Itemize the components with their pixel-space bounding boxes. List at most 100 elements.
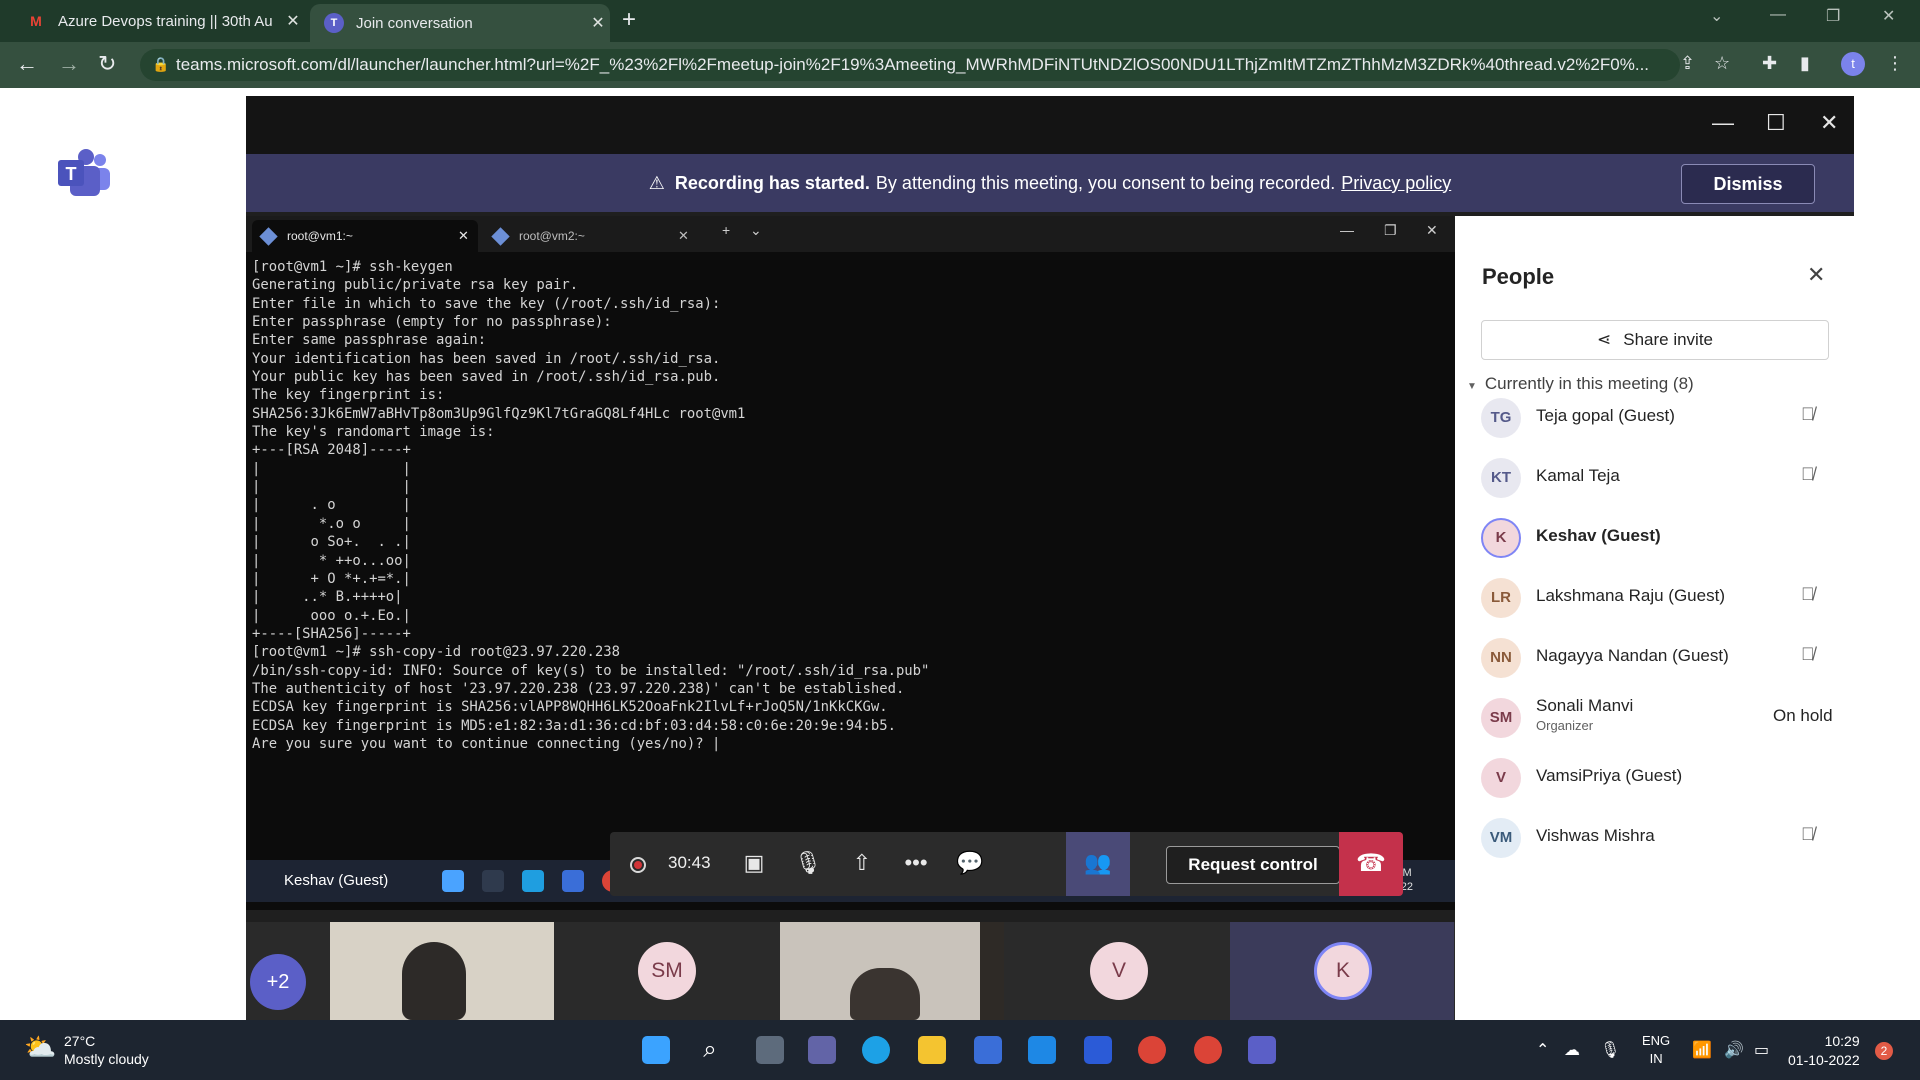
camera-off-icon[interactable]: ▣ bbox=[738, 850, 770, 878]
participant-name: Kamal Teja bbox=[1536, 466, 1620, 485]
terminal-icon bbox=[491, 226, 510, 246]
participant-tile-active: K bbox=[1230, 922, 1454, 1020]
share-invite-button[interactable]: ⋖ Share invite bbox=[1481, 320, 1829, 360]
hang-up-button[interactable]: ☎ bbox=[1339, 832, 1403, 896]
new-tab-button[interactable]: + bbox=[622, 6, 636, 34]
minimize-icon[interactable]: — bbox=[1770, 6, 1786, 24]
avatar: SM bbox=[638, 942, 696, 1000]
side-panel-icon[interactable]: ▮ bbox=[1800, 53, 1810, 74]
shared-screen: root@vm1:~ ✕ root@vm2:~ ✕ + ⌄ — ❐ ✕ [roo… bbox=[246, 216, 1455, 910]
terminal-tab-label: root@vm1:~ bbox=[287, 229, 353, 243]
cloud-sun-icon: ⛅ bbox=[24, 1032, 57, 1062]
battery-icon[interactable]: ▭ bbox=[1754, 1040, 1769, 1060]
menu-icon[interactable]: ⋮ bbox=[1886, 53, 1904, 74]
share-screen-icon[interactable]: ⇧ bbox=[846, 850, 878, 878]
tab-search-icon[interactable]: ⌄ bbox=[1710, 6, 1723, 26]
share-page-icon[interactable]: ⇪ bbox=[1680, 53, 1695, 74]
minimize-icon[interactable]: — bbox=[1712, 110, 1734, 136]
close-icon[interactable]: ✕ bbox=[1820, 110, 1838, 136]
participants-section-header[interactable]: ▼ Currently in this meeting (8) bbox=[1467, 374, 1694, 394]
participant-name: VamsiPriya (Guest) bbox=[1536, 766, 1683, 785]
close-tab-icon[interactable]: ✕ bbox=[586, 13, 610, 33]
dismiss-button[interactable]: Dismiss bbox=[1681, 164, 1815, 204]
onedrive-icon[interactable]: ☁ bbox=[1564, 1040, 1580, 1060]
edge-icon[interactable] bbox=[862, 1036, 890, 1064]
teams-chat-icon[interactable] bbox=[808, 1036, 836, 1064]
language-indicator[interactable]: ENG IN bbox=[1642, 1032, 1670, 1068]
recording-title: Recording has started. bbox=[674, 172, 870, 193]
volume-icon[interactable]: 🔊 bbox=[1724, 1040, 1744, 1060]
tab-gmail[interactable]: M Azure Devops training || 30th Au ✕ bbox=[0, 0, 305, 42]
restore-icon[interactable]: ❐ bbox=[1384, 222, 1397, 239]
participant-row[interactable]: SM Sonali Manvi Organizer On hold bbox=[1481, 694, 1841, 742]
participant-row[interactable]: VM Vishwas Mishra 🎙̸ bbox=[1481, 814, 1841, 862]
terminal-icon bbox=[259, 226, 278, 246]
store-icon[interactable] bbox=[974, 1036, 1002, 1064]
participant-name: Vishwas Mishra bbox=[1536, 826, 1655, 845]
participant-row[interactable]: V VamsiPriya (Guest) bbox=[1481, 754, 1841, 802]
terminal-tab-vm2[interactable]: root@vm2:~ ✕ bbox=[484, 220, 698, 252]
browser-toolbar: ← → ↻ 🔒 teams.microsoft.com/dl/launcher/… bbox=[0, 42, 1920, 88]
terminal-tab-strip: root@vm1:~ ✕ root@vm2:~ ✕ + ⌄ — ❐ ✕ bbox=[246, 216, 1455, 252]
task-view-icon[interactable] bbox=[756, 1036, 784, 1064]
avatar: NN bbox=[1481, 638, 1521, 678]
profile-avatar[interactable]: t bbox=[1841, 52, 1865, 76]
search-icon bbox=[482, 870, 504, 892]
mic-icon[interactable]: 🎙 bbox=[1600, 1040, 1620, 1060]
maximize-icon[interactable]: ☐ bbox=[1766, 110, 1786, 136]
search-icon[interactable]: ⌕ bbox=[696, 1036, 724, 1064]
meeting-timer: 30:43 bbox=[668, 853, 711, 872]
recording-message: By attending this meeting, you consent t… bbox=[875, 172, 1336, 193]
close-icon[interactable]: ✕ bbox=[1807, 262, 1825, 288]
forward-icon[interactable]: → bbox=[58, 51, 80, 77]
mail-icon[interactable] bbox=[1028, 1036, 1056, 1064]
tab-join-conversation[interactable]: T Join conversation ✕ bbox=[310, 4, 610, 42]
terminal-tab-vm1[interactable]: root@vm1:~ ✕ bbox=[252, 220, 478, 252]
participant-row[interactable]: NN Nagayya Nandan (Guest) 🎙̸ bbox=[1481, 634, 1841, 682]
close-tab-icon[interactable]: ✕ bbox=[281, 11, 305, 31]
minimize-icon[interactable]: — bbox=[1340, 222, 1354, 238]
bookmark-star-icon[interactable]: ☆ bbox=[1714, 53, 1730, 74]
reload-icon[interactable]: ↻ bbox=[98, 51, 116, 77]
windows-start-icon bbox=[442, 870, 464, 892]
address-bar[interactable]: 🔒 teams.microsoft.com/dl/launcher/launch… bbox=[140, 49, 1680, 81]
teams-icon[interactable] bbox=[1248, 1036, 1276, 1064]
new-terminal-tab-icon[interactable]: + bbox=[722, 222, 730, 238]
chevron-up-icon[interactable]: ⌃ bbox=[1536, 1040, 1549, 1060]
lock-icon[interactable]: 🔒 bbox=[152, 56, 169, 73]
participant-tile: SM bbox=[554, 922, 778, 1020]
privacy-policy-link[interactable]: Privacy policy bbox=[1341, 173, 1451, 194]
chrome-profile-icon[interactable] bbox=[1194, 1036, 1222, 1064]
close-icon[interactable]: ✕ bbox=[678, 228, 698, 244]
system-clock[interactable]: 10:29 01-10-2022 bbox=[1788, 1032, 1860, 1070]
more-options-icon[interactable]: ••• bbox=[900, 850, 932, 878]
people-button[interactable]: 👥 bbox=[1066, 832, 1130, 896]
restore-icon[interactable]: ❐ bbox=[1826, 6, 1840, 26]
back-icon[interactable]: ← bbox=[16, 51, 38, 77]
request-control-button[interactable]: Request control bbox=[1166, 846, 1340, 884]
app-icon[interactable] bbox=[1084, 1036, 1112, 1064]
participant-name: Keshav (Guest) bbox=[1536, 526, 1661, 545]
mic-off-icon: 🎙̸ bbox=[1801, 644, 1815, 664]
more-participants-button[interactable]: +2 bbox=[250, 954, 306, 1010]
file-explorer-icon[interactable] bbox=[918, 1036, 946, 1064]
url-text: teams.microsoft.com/dl/launcher/launcher… bbox=[176, 55, 1650, 74]
share-invite-label: Share invite bbox=[1623, 330, 1714, 349]
notification-badge[interactable]: 2 bbox=[1875, 1042, 1893, 1060]
wifi-icon[interactable]: 📶 bbox=[1692, 1040, 1712, 1060]
close-window-icon[interactable]: ✕ bbox=[1882, 6, 1895, 26]
participant-row[interactable]: TG Teja gopal (Guest) 🎙̸ bbox=[1481, 394, 1841, 442]
participant-row[interactable]: KT Kamal Teja 🎙̸ bbox=[1481, 454, 1841, 502]
extensions-icon[interactable]: ✚ bbox=[1762, 53, 1777, 74]
windows-start-icon[interactable] bbox=[642, 1036, 670, 1064]
mic-off-icon: 🎙̸ bbox=[1801, 464, 1815, 484]
mic-off-icon[interactable]: 🎙 bbox=[792, 850, 824, 878]
chat-icon[interactable]: 💬 bbox=[954, 850, 986, 878]
close-icon[interactable]: ✕ bbox=[1426, 222, 1438, 239]
participant-row[interactable]: LR Lakshmana Raju (Guest) 🎙̸ bbox=[1481, 574, 1841, 622]
avatar: LR bbox=[1481, 578, 1521, 618]
chevron-down-icon[interactable]: ⌄ bbox=[750, 222, 762, 239]
close-icon[interactable]: ✕ bbox=[458, 228, 478, 244]
chrome-icon[interactable] bbox=[1138, 1036, 1166, 1064]
participant-row[interactable]: K Keshav (Guest) bbox=[1481, 514, 1841, 562]
